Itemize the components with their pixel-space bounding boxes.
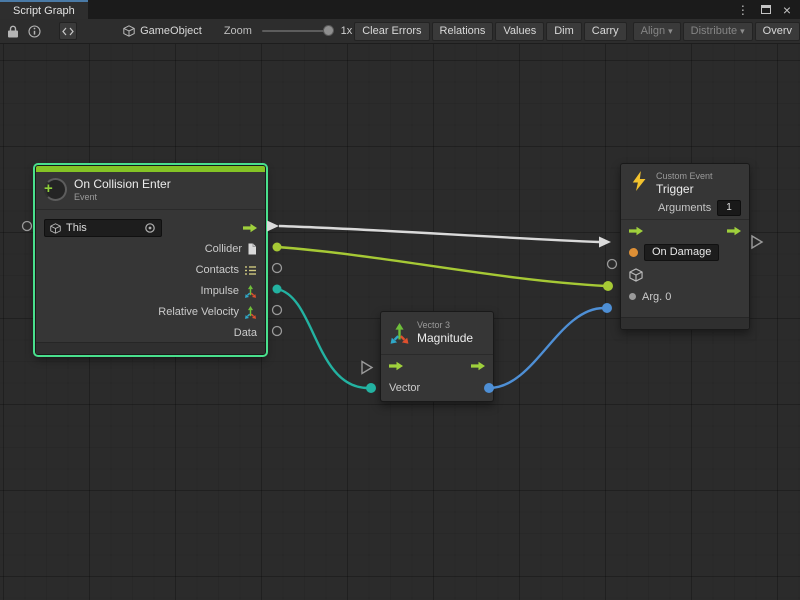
node-footer (36, 342, 265, 354)
lock-icon[interactable] (7, 25, 19, 38)
button-label: Distribute (691, 25, 737, 37)
port-data-out[interactable] (273, 327, 282, 336)
wire-magnitude-to-arg0[interactable] (489, 308, 604, 388)
button-label: Values (503, 25, 536, 37)
port-label: Impulse (200, 285, 239, 297)
wire-flow-start-arrow (267, 221, 279, 232)
port-event-target-in[interactable] (603, 281, 613, 291)
relations-button[interactable]: Relations (432, 22, 494, 41)
arguments-label: Arguments (658, 202, 711, 214)
flow-output-arrow-icon[interactable] (243, 223, 257, 233)
zoom-slider-knob[interactable] (323, 25, 334, 36)
button-label: Overv (763, 25, 792, 37)
gameobject-icon (123, 25, 135, 37)
port-relative-velocity-out[interactable] (273, 306, 282, 315)
node-title: On Collision Enter (74, 177, 171, 192)
node-trigger-custom-event[interactable]: Custom Event Trigger Arguments 1 On Dama… (620, 163, 750, 330)
port-flow-out-triangle[interactable] (752, 236, 762, 248)
button-label: Align (641, 25, 665, 37)
contacts-list-icon (244, 265, 257, 276)
info-icon[interactable] (28, 25, 41, 38)
vector3-axes-icon (244, 285, 257, 298)
button-label: Carry (592, 25, 619, 37)
button-label: Clear Errors (362, 25, 421, 37)
tab-script-graph[interactable]: Script Graph (0, 0, 88, 19)
close-icon[interactable]: × (783, 3, 791, 17)
node-type-label: Custom Event (656, 171, 713, 182)
port-label: Vector (389, 382, 420, 394)
graph-owner[interactable]: GameObject (123, 25, 202, 37)
wire-flow-collision-to-trigger[interactable] (279, 226, 599, 242)
port-label: Arg. 0 (642, 291, 671, 303)
port-label: Data (234, 327, 257, 339)
target-object-value: This (66, 222, 87, 234)
port-contacts-out[interactable] (273, 264, 282, 273)
target-cube-icon[interactable] (629, 268, 643, 282)
script-graph-window: Script Graph ⋮ × GameObject Zoom 1x Clea… (0, 0, 800, 600)
align-dropdown[interactable]: Align▾ (633, 22, 681, 41)
flow-input-arrow-icon[interactable] (389, 361, 403, 371)
flow-input-arrow-icon[interactable] (629, 226, 643, 236)
object-picker-icon[interactable] (144, 222, 156, 234)
dim-button[interactable]: Dim (546, 22, 582, 41)
code-icon (62, 26, 74, 37)
node-title: Trigger (656, 182, 713, 197)
code-view-button[interactable] (59, 22, 77, 40)
values-button[interactable]: Values (495, 22, 544, 41)
node-title: Magnitude (417, 331, 473, 346)
port-event-name-in[interactable] (608, 260, 617, 269)
port-collider-out[interactable] (273, 243, 282, 252)
flow-output-arrow-icon[interactable] (727, 226, 741, 236)
distribute-dropdown[interactable]: Distribute▾ (683, 22, 753, 41)
target-object-field[interactable]: This (44, 219, 162, 237)
wire-collider-to-target[interactable] (277, 247, 606, 286)
tab-label: Script Graph (13, 5, 75, 17)
node-subtitle: Event (74, 192, 171, 203)
wire-flow-arrowhead (599, 237, 611, 248)
port-vector-in[interactable] (366, 383, 376, 393)
custom-event-bolt-icon (629, 171, 649, 191)
graph-owner-label: GameObject (140, 25, 202, 37)
event-name-port[interactable] (629, 248, 638, 257)
collision-event-icon: + (44, 178, 67, 201)
port-label: Contacts (196, 264, 239, 276)
clear-errors-button[interactable]: Clear Errors (354, 22, 429, 41)
node-type-label: Vector 3 (417, 320, 473, 331)
zoom-value: 1x (341, 25, 353, 37)
collider-file-icon (247, 243, 257, 255)
chevron-down-icon: ▾ (668, 26, 673, 37)
port-impulse-out[interactable] (273, 285, 282, 294)
graph-toolbar: GameObject Zoom 1x Clear Errors Relation… (0, 19, 800, 44)
node-footer (621, 317, 749, 329)
port-flow-in-triangle[interactable] (362, 362, 372, 374)
flow-output-arrow-icon[interactable] (471, 361, 485, 371)
graph-canvas[interactable]: + On Collision Enter Event This Collider… (0, 44, 800, 600)
window-menu-icon[interactable]: ⋮ (737, 4, 749, 16)
vector3-icon (389, 323, 410, 344)
vector3-axes-icon (244, 306, 257, 319)
port-this-in[interactable] (23, 222, 32, 231)
carry-button[interactable]: Carry (584, 22, 627, 41)
button-label: Dim (554, 25, 574, 37)
tab-bar: Script Graph ⋮ × (0, 0, 800, 19)
zoom-slider[interactable] (262, 30, 333, 32)
chevron-down-icon: ▾ (740, 26, 745, 37)
maximize-icon[interactable] (761, 5, 771, 14)
wire-impulse-to-vector[interactable] (277, 289, 368, 388)
arg0-port[interactable] (629, 293, 636, 300)
window-controls: ⋮ × (737, 0, 800, 19)
port-arg0-in[interactable] (602, 303, 612, 313)
port-label: Collider (205, 243, 242, 255)
gameobject-cube-icon (50, 223, 61, 234)
port-label: Relative Velocity (158, 306, 239, 318)
node-on-collision-enter[interactable]: + On Collision Enter Event This Collider… (35, 165, 266, 355)
button-label: Relations (440, 25, 486, 37)
zoom-label: Zoom (224, 25, 252, 37)
arguments-count-input[interactable]: 1 (717, 200, 741, 216)
node-vector3-magnitude[interactable]: Vector 3 Magnitude Vector (380, 311, 494, 402)
event-name-input[interactable]: On Damage (644, 244, 719, 261)
overview-button[interactable]: Overv (755, 22, 800, 41)
